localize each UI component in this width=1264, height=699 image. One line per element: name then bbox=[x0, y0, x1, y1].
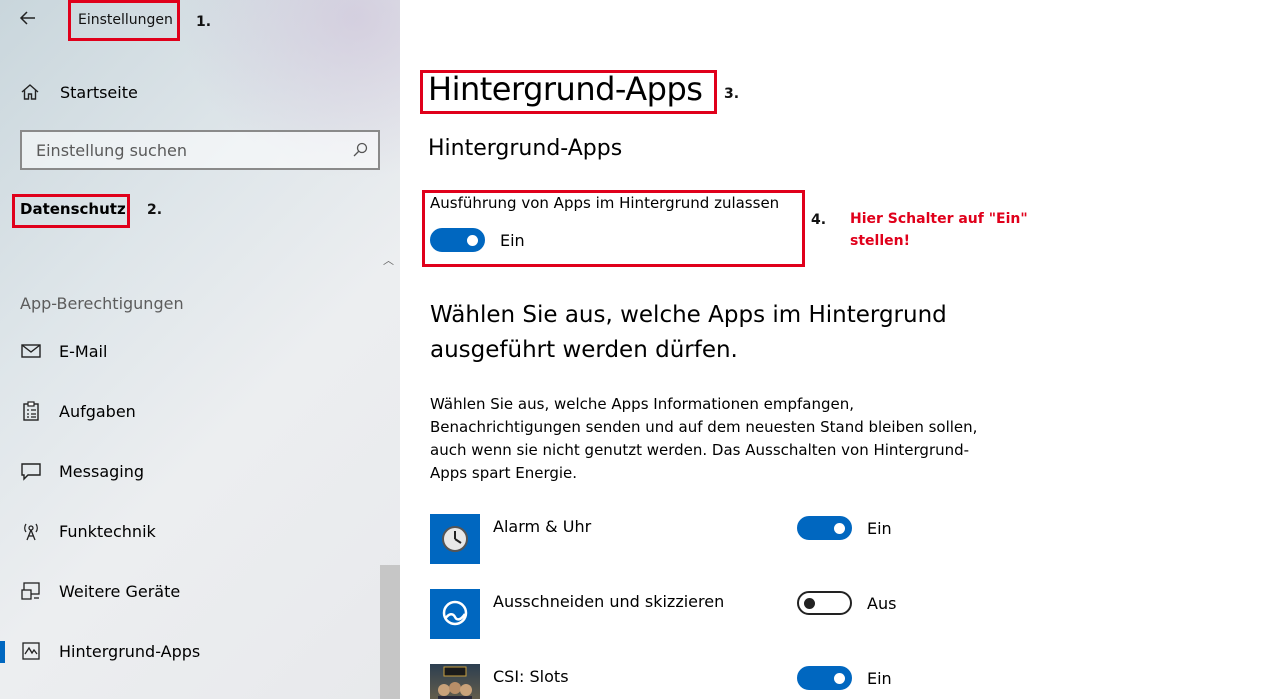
sidebar-item-messaging[interactable]: Messaging bbox=[0, 449, 380, 493]
annotation-box-2 bbox=[12, 194, 130, 228]
app-toggle-state: Ein bbox=[867, 669, 892, 688]
description-text: Wählen Sie aus, welche Apps Informatione… bbox=[430, 395, 978, 482]
annotation-step-4: 4. bbox=[811, 212, 827, 228]
search-icon[interactable] bbox=[352, 142, 368, 158]
sidebar-item-label: Startseite bbox=[60, 82, 138, 102]
chat-icon bbox=[21, 463, 41, 481]
scrollbar-thumb[interactable] bbox=[380, 565, 400, 699]
sidebar-item-label: Hintergrund-Apps bbox=[59, 641, 201, 661]
search-input[interactable] bbox=[22, 132, 342, 168]
app-toggle-alarm[interactable] bbox=[797, 516, 852, 540]
sidebar-item-email[interactable]: E-Mail bbox=[0, 329, 380, 373]
radio-tower-icon bbox=[24, 523, 38, 541]
app-name: Alarm & Uhr bbox=[493, 517, 592, 536]
sidebar-item-radios[interactable]: Funktechnik bbox=[0, 509, 380, 553]
sidebar-item-label: Aufgaben bbox=[59, 401, 136, 421]
scroll-up-arrow-icon[interactable]: ︿ bbox=[383, 252, 394, 268]
annotation-box-3 bbox=[420, 70, 717, 114]
annotation-box-1 bbox=[68, 0, 180, 41]
back-arrow-icon[interactable] bbox=[18, 8, 42, 32]
sidebar-item-label: Messaging bbox=[59, 461, 145, 481]
app-toggle-snip-sketch[interactable] bbox=[797, 591, 852, 615]
clipboard-icon bbox=[23, 401, 39, 421]
sidebar-item-background-apps[interactable]: Hintergrund-Apps bbox=[0, 629, 380, 673]
section-title: Hintergrund-Apps bbox=[428, 136, 623, 161]
sidebar: Einstellungen Startseite Datenschutz ︿ A… bbox=[0, 0, 400, 699]
annotation-hint-line2: stellen! bbox=[850, 233, 910, 249]
mail-icon bbox=[21, 344, 41, 358]
app-toggle-csi-slots[interactable] bbox=[797, 666, 852, 690]
sidebar-item-label: Weitere Geräte bbox=[59, 581, 181, 601]
home-icon bbox=[21, 84, 39, 100]
section-label: App-Berechtigungen bbox=[20, 294, 184, 313]
toggle-knob bbox=[804, 598, 815, 609]
annotation-step-2: 2. bbox=[147, 202, 163, 218]
choose-apps-heading: Wählen Sie aus, welche Apps im Hintergru… bbox=[430, 302, 947, 363]
toggle-knob bbox=[834, 673, 845, 684]
app-toggle-state: Ein bbox=[867, 519, 892, 538]
settings-search-box[interactable] bbox=[20, 130, 380, 170]
snip-sketch-icon bbox=[430, 589, 480, 639]
devices-icon bbox=[21, 582, 40, 600]
sidebar-item-other-devices[interactable]: Weitere Geräte bbox=[0, 569, 380, 613]
toggle-knob bbox=[834, 523, 845, 534]
csi-slots-icon bbox=[430, 664, 480, 699]
sidebar-item-label: Funktechnik bbox=[59, 521, 156, 541]
annotation-hint: Hier Schalter auf "Ein" stellen! bbox=[850, 208, 1028, 252]
app-name: Ausschneiden und skizzieren bbox=[493, 592, 725, 611]
app-toggle-state: Aus bbox=[867, 594, 897, 613]
sidebar-item-home[interactable]: Startseite bbox=[20, 80, 138, 104]
alarm-clock-icon bbox=[430, 514, 480, 564]
annotation-step-1: 1. bbox=[196, 14, 212, 30]
annotation-box-4 bbox=[422, 190, 805, 267]
annotation-hint-line1: Hier Schalter auf "Ein" bbox=[850, 211, 1028, 227]
background-apps-icon bbox=[22, 642, 40, 660]
sidebar-item-label: E-Mail bbox=[59, 341, 108, 361]
sidebar-item-tasks[interactable]: Aufgaben bbox=[0, 389, 380, 433]
annotation-step-3: 3. bbox=[724, 86, 740, 102]
app-name: CSI: Slots bbox=[493, 667, 569, 686]
